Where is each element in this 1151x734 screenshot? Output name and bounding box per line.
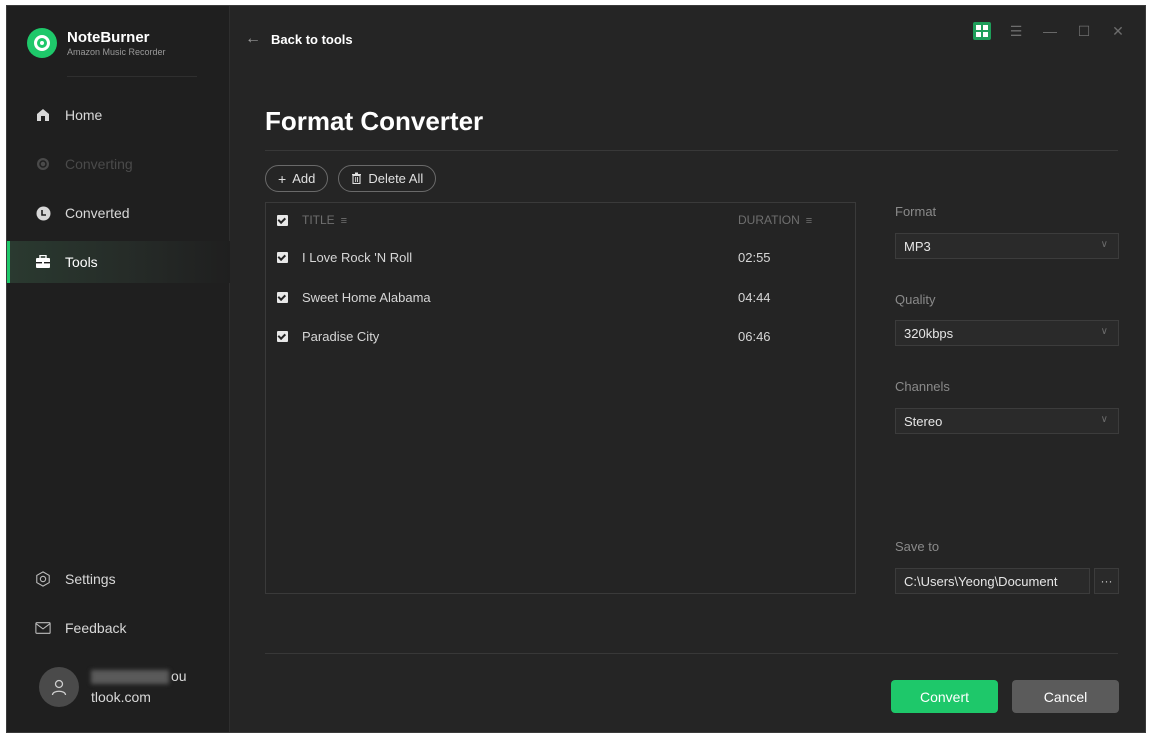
noteburner-logo-icon [27, 28, 57, 58]
minimize-icon[interactable]: — [1033, 20, 1067, 42]
browse-button[interactable]: ··· [1094, 568, 1119, 594]
arrow-left-icon: ← [245, 30, 261, 47]
clock-icon [35, 205, 51, 221]
maximize-icon[interactable]: ☐ [1067, 20, 1101, 42]
avatar [39, 667, 79, 707]
sidebar-item-converted[interactable]: Converted [7, 192, 230, 234]
chevron-down-icon: ∨ [1100, 326, 1108, 337]
delete-all-button[interactable]: Delete All [338, 165, 437, 192]
brand: NoteBurner Amazon Music Recorder [27, 28, 166, 58]
add-button-label: Add [292, 171, 316, 186]
sort-icon[interactable]: ≡ [806, 215, 812, 227]
sort-icon[interactable]: ≡ [341, 215, 347, 227]
app-window: NoteBurner Amazon Music Recorder Home Co… [6, 5, 1146, 733]
row-checkbox[interactable] [277, 251, 288, 263]
sidebar-item-label: Tools [65, 254, 98, 270]
save-to-label: Save to [895, 539, 940, 554]
cancel-button[interactable]: Cancel [1012, 680, 1119, 713]
plus-icon: + [278, 170, 287, 187]
convert-button[interactable]: Convert [891, 680, 998, 713]
sidebar-bottom: Settings Feedback [7, 558, 230, 656]
more-icon: ··· [1100, 574, 1113, 588]
gear-icon [35, 571, 51, 587]
track-duration: 04:44 [738, 289, 771, 305]
sidebar-item-label: Home [65, 107, 103, 123]
sidebar-item-converting[interactable]: Converting [7, 143, 230, 185]
toolbox-icon [35, 254, 51, 270]
select-all-checkbox[interactable] [277, 214, 288, 226]
brand-subtitle: Amazon Music Recorder [67, 46, 166, 57]
track-duration: 06:46 [738, 328, 771, 344]
column-title: TITLE ≡ [302, 213, 347, 227]
table-row[interactable]: Sweet Home Alabama 04:44 [266, 284, 855, 310]
save-path-input[interactable]: C:\Users\Yeong\Document [895, 568, 1090, 594]
quality-label: Quality [895, 292, 936, 307]
window-controls: ☰ — ☐ ✕ [965, 20, 1135, 42]
row-checkbox[interactable] [277, 291, 288, 303]
channels-select[interactable]: Stereo ∨ [895, 408, 1119, 434]
delete-all-label: Delete All [368, 171, 424, 186]
sidebar-item-label: Converted [65, 205, 130, 221]
title-divider [265, 150, 1118, 151]
list-header: TITLE ≡ DURATION ≡ [266, 207, 855, 233]
track-title: Sweet Home Alabama [302, 289, 431, 305]
chevron-down-icon: ∨ [1100, 414, 1108, 425]
column-duration: DURATION ≡ [738, 213, 812, 227]
home-icon [35, 107, 51, 123]
format-label: Format [895, 204, 937, 219]
menu-icon[interactable]: ☰ [999, 20, 1033, 42]
page-title: Format Converter [265, 106, 484, 136]
converting-icon [35, 156, 51, 172]
back-to-tools-link[interactable]: ← Back to tools [245, 30, 353, 48]
trash-icon [351, 171, 362, 187]
save-path-value: C:\Users\Yeong\Document [904, 573, 1058, 589]
channels-label: Channels [895, 379, 950, 394]
sidebar: NoteBurner Amazon Music Recorder Home Co… [7, 6, 230, 732]
table-row[interactable]: I Love Rock 'N Roll 02:55 [266, 244, 855, 270]
redacted-email [91, 670, 169, 685]
brand-divider [67, 76, 197, 77]
grid-view-icon[interactable] [973, 22, 991, 40]
user-email-line1: ou [171, 668, 187, 684]
sidebar-item-settings[interactable]: Settings [7, 558, 230, 600]
channels-value: Stereo [904, 413, 943, 429]
user-icon [51, 679, 67, 696]
sidebar-item-label: Feedback [65, 620, 127, 636]
sidebar-item-tools[interactable]: Tools [7, 241, 230, 283]
mail-icon [35, 620, 51, 636]
track-list: TITLE ≡ DURATION ≡ I Love Rock 'N Roll 02:… [265, 202, 856, 594]
toolbar: + Add Delete All [265, 165, 437, 192]
sidebar-nav: Home Converting Converted Tools [7, 94, 230, 290]
add-button[interactable]: + Add [265, 165, 329, 192]
column-duration-label: DURATION [738, 213, 800, 227]
sidebar-item-label: Converting [65, 156, 133, 172]
sidebar-item-feedback[interactable]: Feedback [7, 607, 230, 649]
column-title-label: TITLE [302, 213, 335, 227]
row-checkbox[interactable] [277, 330, 288, 342]
chevron-down-icon: ∨ [1100, 239, 1108, 250]
format-select[interactable]: MP3 ∨ [895, 233, 1119, 259]
user-account[interactable]: ou tlook.com [39, 666, 187, 708]
footer-divider [265, 653, 1118, 654]
user-email-line2: tlook.com [91, 689, 151, 705]
main-panel: ← Back to tools ☰ — ☐ ✕ Format Converter… [231, 6, 1145, 732]
back-label: Back to tools [271, 31, 353, 47]
format-value: MP3 [904, 238, 931, 254]
track-duration: 02:55 [738, 249, 771, 265]
sidebar-item-label: Settings [65, 571, 116, 587]
sidebar-item-home[interactable]: Home [7, 94, 230, 136]
quality-select[interactable]: 320kbps ∨ [895, 320, 1119, 346]
track-title: Paradise City [302, 328, 380, 344]
quality-value: 320kbps [904, 325, 954, 341]
track-title: I Love Rock 'N Roll [302, 249, 413, 265]
close-icon[interactable]: ✕ [1101, 20, 1135, 42]
brand-name: NoteBurner [67, 28, 150, 46]
table-row[interactable]: Paradise City 06:46 [266, 323, 855, 349]
